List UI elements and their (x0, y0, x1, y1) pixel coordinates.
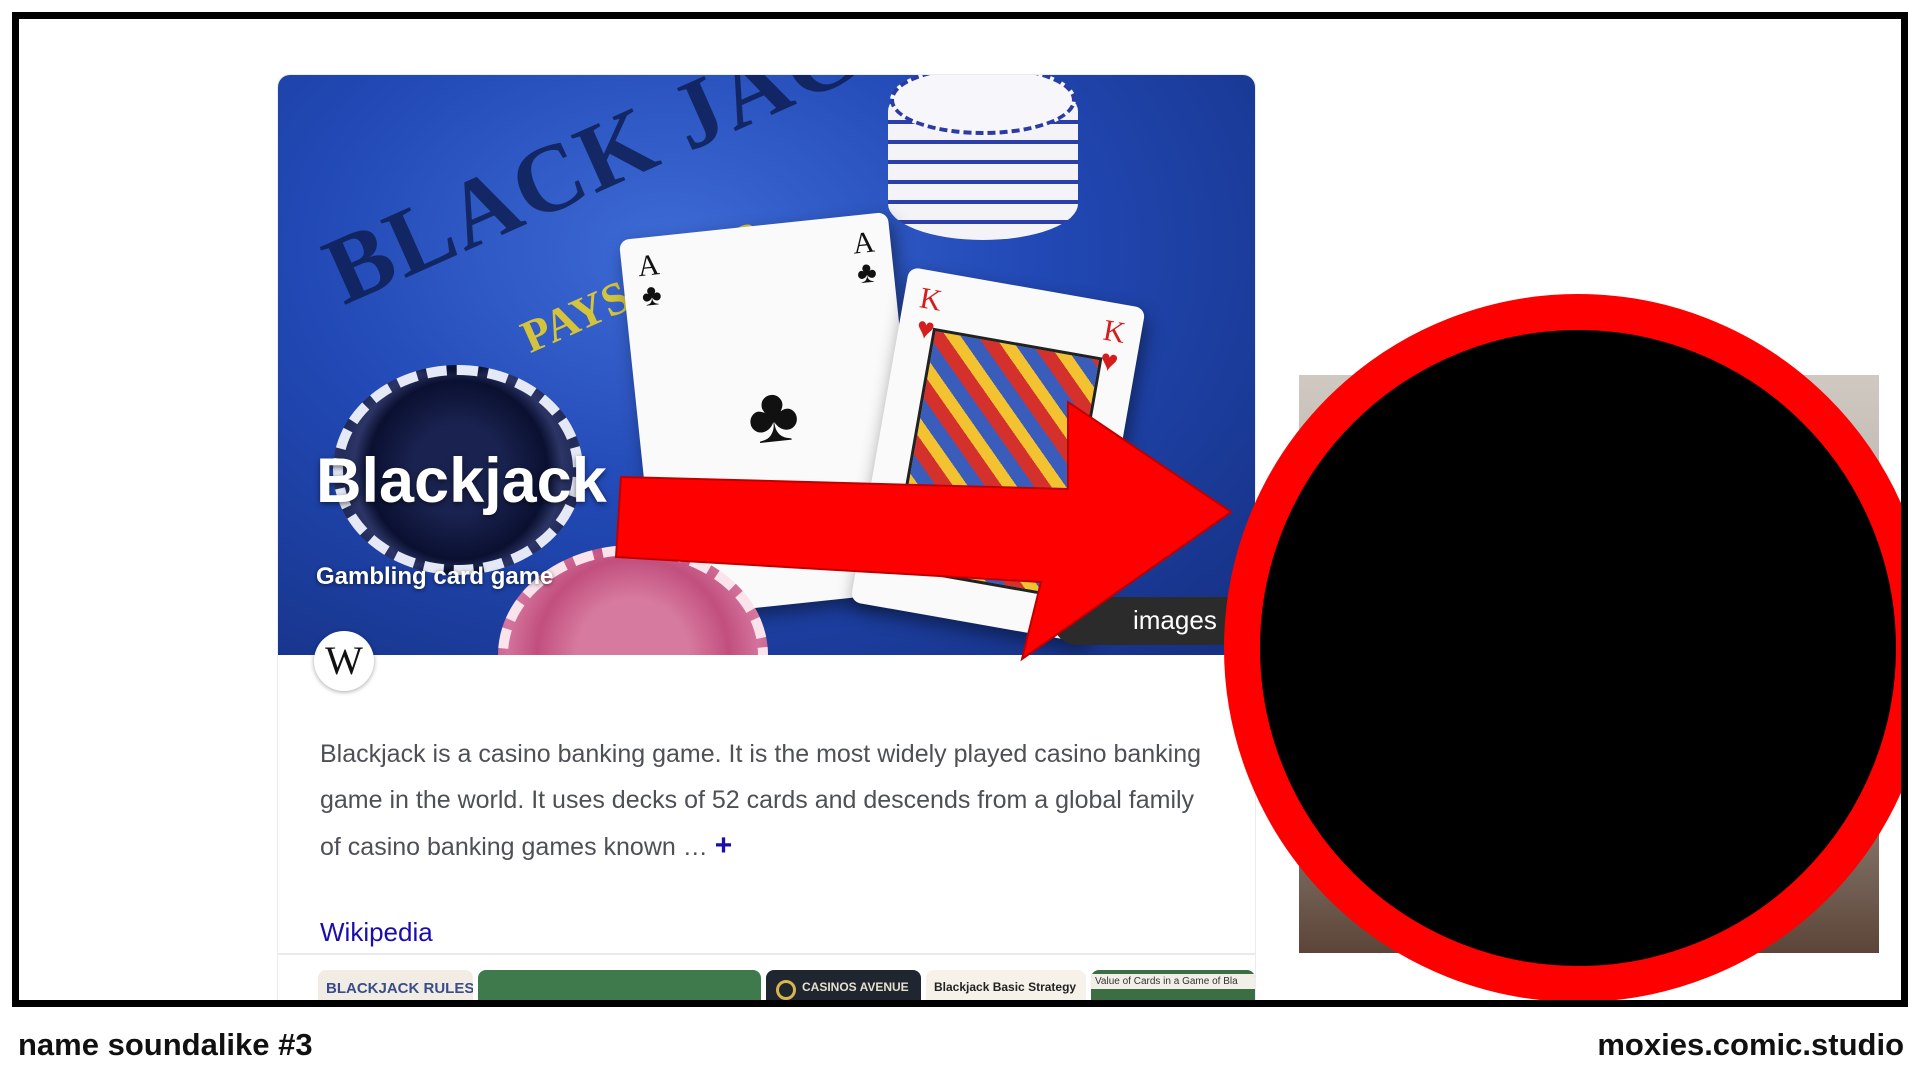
site-watermark[interactable]: moxies.comic.studio (1597, 1027, 1904, 1063)
comic-panel: BLACK JACK PAYS 3 TO 2 A♣ A♣ ♣ K♥ K♥ (12, 12, 1908, 1007)
redaction-circle (1224, 294, 1901, 1000)
comic-title: name soundalike #3 (18, 1027, 313, 1062)
